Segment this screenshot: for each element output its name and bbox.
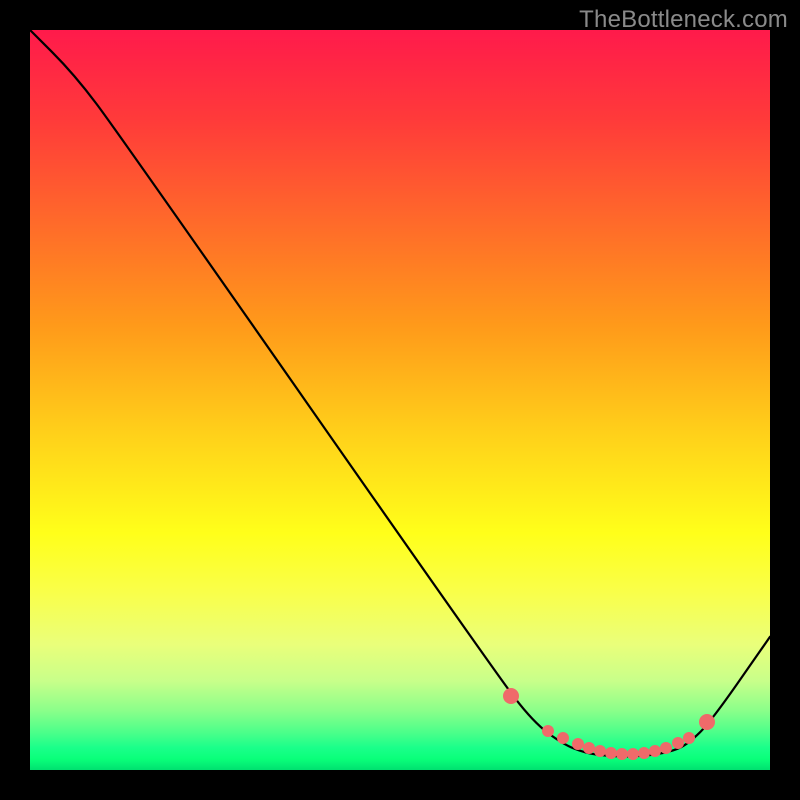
highlight-dot (583, 742, 595, 754)
highlight-dot (542, 725, 554, 737)
highlight-dot (638, 747, 650, 759)
highlight-dot (683, 732, 695, 744)
highlight-dot (699, 714, 715, 730)
highlight-dot (503, 688, 519, 704)
highlight-dots-layer (30, 30, 770, 770)
highlight-dot (594, 745, 606, 757)
highlight-dot (557, 732, 569, 744)
plot-area (30, 30, 770, 770)
chart-stage: TheBottleneck.com (0, 0, 800, 800)
